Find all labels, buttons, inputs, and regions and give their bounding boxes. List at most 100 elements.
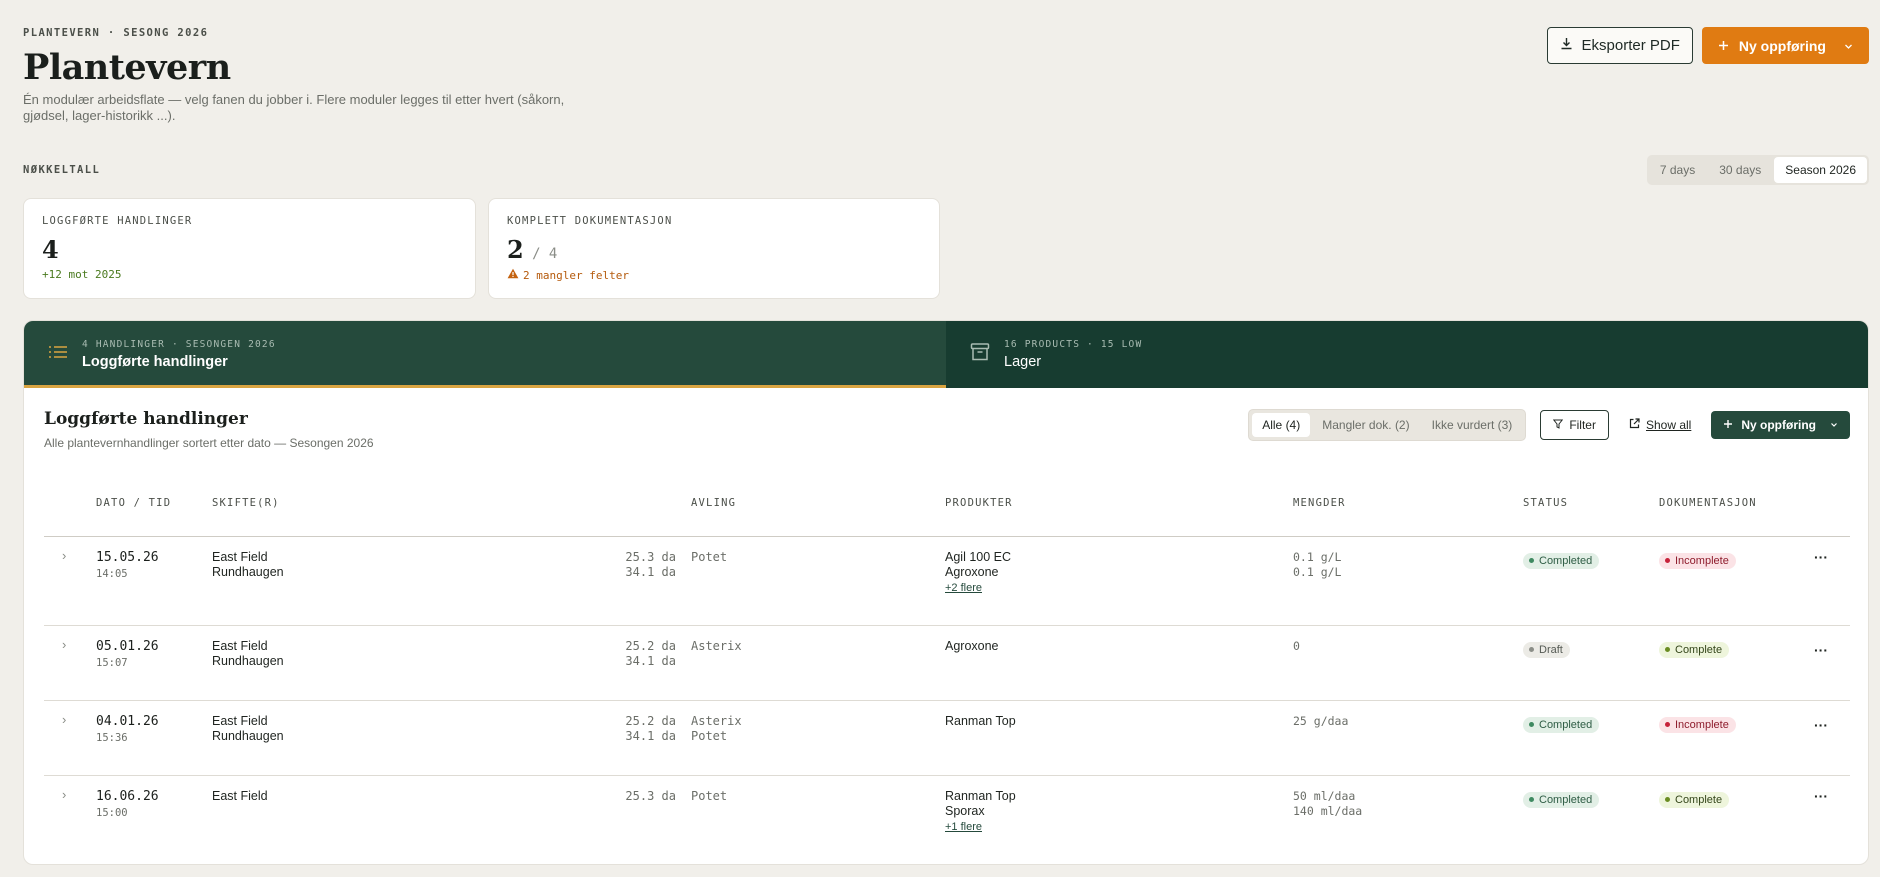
col-status[interactable]: STATUS	[1523, 497, 1568, 509]
fields-cell: East Field	[212, 789, 268, 804]
page-header: PLANTEVERN · SESONG 2026 Plantevern Én m…	[23, 27, 623, 124]
segment-not-assessed[interactable]: Ikke vurdert (3)	[1422, 413, 1523, 437]
filter-label: Filter	[1569, 418, 1596, 432]
field-name: Rundhaugen	[212, 654, 284, 668]
new-entry-table-button[interactable]: Ny oppføring	[1711, 411, 1850, 439]
table-row[interactable]: › 16.06.26 15:00 East Field 25.3 da Pote…	[44, 776, 1850, 864]
table-row[interactable]: › 15.05.26 14:05 East Field Rundhaugen 2…	[44, 537, 1850, 626]
docs-cell: Complete	[1659, 789, 1730, 808]
tab-name: Loggførte handlinger	[82, 354, 228, 370]
chevron-right-icon[interactable]: ›	[62, 548, 66, 563]
table-row[interactable]: › 05.01.26 15:07 East Field Rundhaugen 2…	[44, 626, 1850, 701]
field-area: 25.3 da	[625, 550, 676, 564]
field-area: 25.3 da	[625, 789, 676, 803]
more-products-link[interactable]: +2 flere	[945, 580, 1011, 596]
kpi-note-wrap: 2 mangler felter	[507, 268, 921, 282]
crop-cell: Asterix Potet	[691, 714, 742, 744]
range-7-days[interactable]: 7 days	[1649, 157, 1706, 183]
field-area: 25.2 da	[625, 714, 676, 728]
segment-missing-docs[interactable]: Mangler dok. (2)	[1312, 413, 1419, 437]
status-segment: Alle (4) Mangler dok. (2) Ikke vurdert (…	[1248, 409, 1527, 441]
chevron-down-icon	[1844, 38, 1853, 54]
tab-inventory[interactable]: 16 PRODUCTS · 15 LOW Lager	[946, 321, 1868, 388]
range-30-days[interactable]: 30 days	[1708, 157, 1772, 183]
section-title: Loggførte handlinger	[44, 409, 248, 429]
product-name: Agroxone	[945, 565, 999, 579]
filter-button[interactable]: Filter	[1540, 410, 1609, 440]
row-date: 05.01.26	[96, 639, 159, 654]
area-cell: 25.3 da	[616, 789, 676, 804]
fields-cell: East Field Rundhaugen	[212, 714, 284, 744]
chevron-right-icon[interactable]: ›	[62, 712, 66, 727]
more-products-link[interactable]: +1 flere	[945, 819, 1016, 835]
amount: 0.1 g/L	[1293, 565, 1342, 579]
docs-badge: Incomplete	[1659, 552, 1736, 569]
amounts-cell: 0	[1293, 639, 1300, 654]
more-actions-icon[interactable]: ···	[1814, 717, 1828, 733]
col-date[interactable]: DATO / TID	[96, 497, 171, 509]
col-amounts[interactable]: MENGDER	[1293, 497, 1346, 509]
docs-badge: Complete	[1659, 641, 1730, 658]
status-cell: Completed	[1523, 789, 1600, 808]
tab-text: 4 HANDLINGER · SESONGEN 2026 Loggførte h…	[82, 339, 276, 370]
docs-cell: Complete	[1659, 639, 1730, 658]
crop-cell: Potet	[691, 789, 727, 804]
amount: 0	[1293, 639, 1300, 653]
tab-text: 16 PRODUCTS · 15 LOW Lager	[1004, 339, 1142, 370]
header-actions: Eksporter PDF Ny oppføring	[1546, 27, 1869, 64]
field-area: 34.1 da	[625, 729, 676, 743]
more-actions-icon[interactable]: ···	[1814, 549, 1828, 565]
chevron-right-icon[interactable]: ›	[62, 637, 66, 652]
filter-icon	[1553, 418, 1564, 432]
crop-name: Potet	[691, 729, 728, 743]
date-cell: 04.01.26 15:36	[96, 714, 159, 744]
fields-cell: East Field Rundhaugen	[212, 550, 284, 580]
chevron-down-icon	[1830, 418, 1838, 432]
plus-icon	[1718, 38, 1729, 54]
status-badge: Completed	[1523, 552, 1600, 569]
page-eyebrow: PLANTEVERN · SESONG 2026	[23, 27, 209, 39]
export-pdf-label: Eksporter PDF	[1581, 37, 1680, 54]
field-name: East Field	[212, 714, 268, 728]
range-season[interactable]: Season 2026	[1774, 157, 1867, 183]
more-actions-icon[interactable]: ···	[1814, 642, 1828, 658]
products-cell: Ranman Top Sporax +1 flere	[945, 789, 1016, 835]
amounts-cell: 50 ml/daa 140 ml/daa	[1293, 789, 1362, 819]
tab-logged-actions[interactable]: 4 HANDLINGER · SESONGEN 2026 Loggførte h…	[24, 321, 946, 388]
products-cell: Agil 100 EC Agroxone +2 flere	[945, 550, 1011, 596]
show-all-link[interactable]: Show all	[1617, 418, 1703, 432]
kpi-card-documentation: KOMPLETT DOKUMENTASJON 2 / 4 2 mangler f…	[488, 198, 940, 299]
new-entry-button[interactable]: Ny oppføring	[1701, 27, 1869, 64]
table-header: DATO / TID SKIFTE(R) AVLING PRODUKTER ME…	[44, 476, 1850, 537]
field-name: Rundhaugen	[212, 729, 284, 743]
download-icon	[1560, 37, 1573, 54]
kpi-card-logged: LOGGFØRTE HANDLINGER 4 +12 mot 2025	[23, 198, 476, 299]
field-name: East Field	[212, 789, 268, 803]
product-name: Sporax	[945, 804, 985, 818]
row-time: 15:07	[96, 657, 128, 669]
crop-cell: Asterix	[691, 639, 742, 654]
actions-table: DATO / TID SKIFTE(R) AVLING PRODUKTER ME…	[44, 476, 1850, 864]
kpi-note: +12 mot 2025	[42, 268, 122, 281]
chevron-right-icon[interactable]: ›	[62, 787, 66, 802]
kpi-value: 4	[42, 235, 59, 264]
section-subtitle: Alle plantevernhandlinger sortert etter …	[44, 436, 374, 450]
page-title: Plantevern	[23, 47, 231, 88]
status-cell: Completed	[1523, 550, 1600, 569]
table-row[interactable]: › 04.01.26 15:36 East Field Rundhaugen 2…	[44, 701, 1850, 776]
segment-all[interactable]: Alle (4)	[1252, 413, 1311, 437]
col-fields[interactable]: SKIFTE(R)	[212, 497, 280, 509]
amount: 50 ml/daa	[1293, 789, 1356, 803]
area-cell: 25.2 da 34.1 da	[616, 639, 676, 669]
crop-name: Asterix	[691, 639, 742, 653]
tab-name: Lager	[1004, 354, 1042, 370]
col-products[interactable]: PRODUKTER	[945, 497, 1013, 509]
plus-icon	[1723, 418, 1733, 432]
date-cell: 16.06.26 15:00	[96, 789, 159, 819]
col-crop[interactable]: AVLING	[691, 497, 736, 509]
export-pdf-button[interactable]: Eksporter PDF	[1546, 27, 1693, 64]
more-actions-icon[interactable]: ···	[1814, 788, 1828, 804]
field-area: 25.2 da	[625, 639, 676, 653]
col-documentation[interactable]: DOKUMENTASJON	[1659, 497, 1757, 509]
show-all-label: Show all	[1645, 418, 1692, 432]
